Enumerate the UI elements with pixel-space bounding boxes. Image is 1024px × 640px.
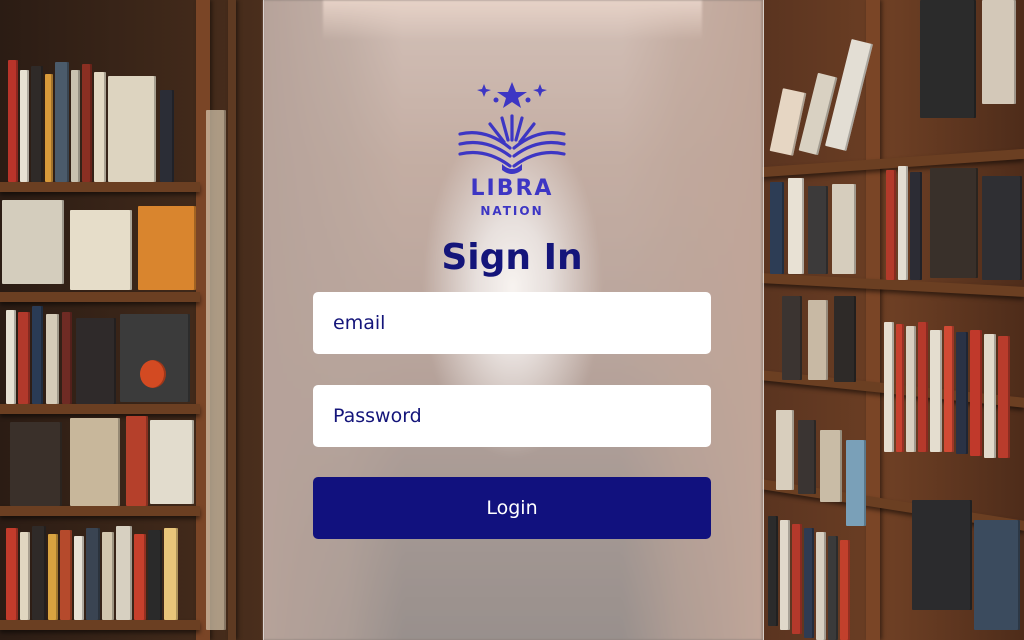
email-field[interactable]: [313, 292, 711, 354]
brand-name: LIBRA: [470, 176, 554, 201]
page-title: Sign In: [441, 237, 583, 278]
password-field[interactable]: [313, 385, 711, 447]
login-button[interactable]: Login: [313, 477, 711, 539]
open-book-star-icon: [452, 78, 572, 223]
bookshelf-left-photo: [0, 0, 263, 640]
login-screen: LIBRA NATION Sign In Login: [0, 0, 1024, 640]
bookshelf-right-photo: [762, 0, 1024, 640]
brand-subtitle: NATION: [480, 204, 544, 218]
